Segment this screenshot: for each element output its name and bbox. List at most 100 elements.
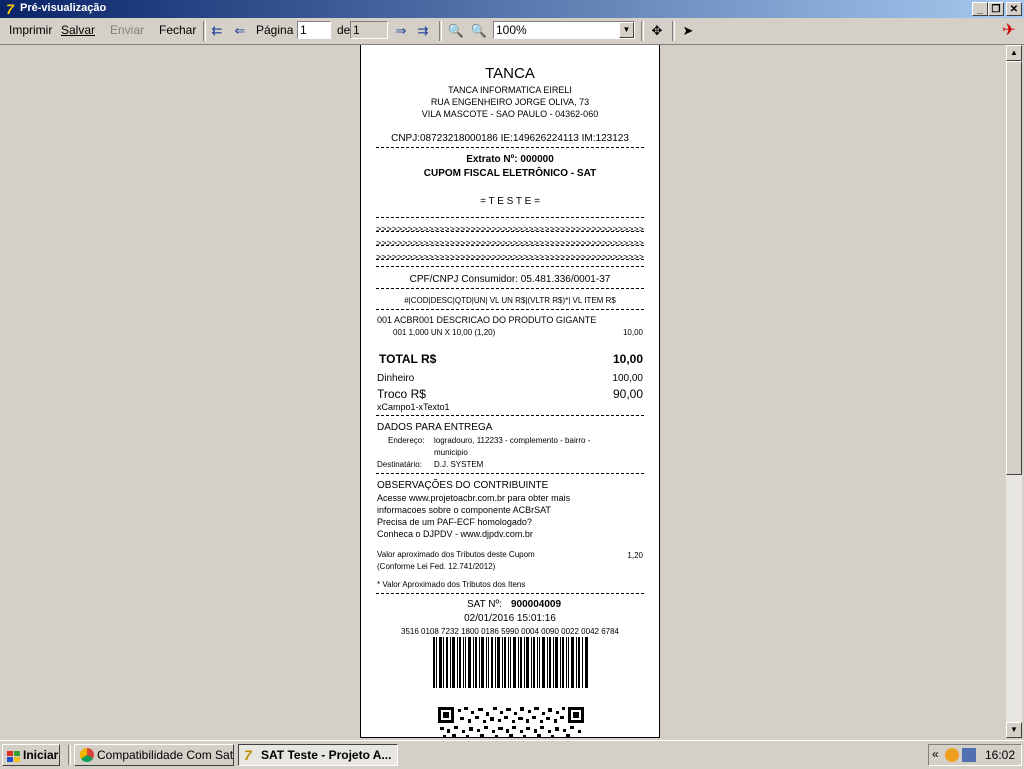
qr-code-image	[438, 707, 584, 737]
address-line1: RUA ENGENHEIRO JORGE OLIVA, 73	[430, 97, 590, 107]
restore-button[interactable]: ❐	[988, 2, 1004, 16]
consumer-id: CPF/CNPJ Consumidor: 05.481.336/0001-37	[409, 274, 611, 285]
minimize-button[interactable]: _	[972, 2, 988, 16]
address-label: Endereço:	[388, 436, 425, 445]
total-pages-field: 1	[350, 21, 388, 39]
recipient-value: D.J. SYSTEM	[434, 460, 484, 469]
observations-title: OBSERVAÇÕES DO CONTRIBUINTE	[377, 480, 549, 491]
app-icon: 7	[6, 1, 14, 17]
logo-icon: ✈	[1002, 22, 1016, 39]
arrows-line: >>>>>>>>>>>>>>>>>>>>>>>>>>>>>>>>>>>>>>>>…	[376, 224, 644, 234]
address-value-cont: municipio	[434, 448, 468, 457]
arrows-line: >>>>>>>>>>>>>>>>>>>>>>>>>>>>>>>>>>>>>>>>…	[376, 238, 644, 248]
cupom-title: CUPOM FISCAL ELETRÔNICO - SAT	[423, 168, 597, 179]
scroll-thumb[interactable]	[1006, 61, 1022, 475]
chrome-icon	[80, 748, 94, 762]
close-window-button[interactable]: ✕	[1006, 2, 1022, 16]
last-page-icon[interactable]: ⇉	[414, 22, 432, 40]
item-header: #|COD|DESC|QTD|UN| VL UN R$|(VLTR R$)*| …	[404, 296, 616, 305]
address-line2: VILA MASCOTE - SAO PAULO - 04362-060	[421, 109, 599, 119]
network-icon[interactable]	[962, 748, 976, 762]
company-ids: CNPJ:08723218000186 IE:149626224113 IM:1…	[391, 133, 629, 144]
toolbar-separator	[672, 21, 675, 41]
save-button[interactable]: Salvar	[61, 23, 95, 37]
sat-label: SAT Nº:	[467, 599, 502, 610]
divider	[376, 415, 644, 416]
previous-page-icon[interactable]: ⇐	[231, 22, 249, 40]
divider	[376, 309, 644, 310]
divider	[376, 217, 644, 218]
toolbar-separator	[203, 21, 206, 41]
tray-expand-icon[interactable]: «	[932, 747, 939, 761]
toolbar-separator	[439, 21, 442, 41]
scroll-down-icon[interactable]: ▼	[1006, 722, 1022, 738]
item-value: 10,00	[622, 328, 643, 337]
of-label: de	[337, 23, 351, 37]
legal-name: TANCA INFORMATICA EIRELI	[448, 85, 572, 95]
page-label: Página	[256, 23, 294, 37]
system-tray: « 16:02	[928, 744, 1022, 766]
observation-line: Acesse www.projetoacbr.com.br para obter…	[377, 493, 571, 503]
recipient-label: Destinatário:	[377, 460, 422, 469]
divider	[376, 245, 644, 246]
tray-app-icon[interactable]	[945, 748, 959, 762]
change-value: 90,00	[612, 387, 643, 401]
toolbar-separator	[641, 21, 644, 41]
extra-field: xCampo1-xTexto1	[377, 402, 450, 412]
extrato-number: Extrato Nº: 000000	[466, 154, 554, 165]
total-value: 10,00	[612, 352, 643, 366]
task-sat-teste[interactable]: 7 SAT Teste - Projeto A...	[238, 744, 398, 766]
company-name: TANCA	[485, 65, 535, 82]
zoom-out-icon[interactable]: 🔍	[447, 22, 465, 40]
divider	[376, 288, 644, 289]
fit-page-icon[interactable]: ✥	[648, 22, 666, 40]
zoom-dropdown-chevron-icon[interactable]: ▼	[619, 22, 634, 38]
first-page-icon[interactable]: ⇇	[208, 22, 226, 40]
observation-line: Precisa de um PAF-ECF homologado?	[377, 517, 532, 527]
clock: 16:02	[985, 748, 1016, 762]
test-label: = T E S T E =	[480, 196, 540, 207]
preview-area: TANCA TANCA INFORMATICA EIRELI RUA ENGEN…	[0, 45, 1006, 738]
app-icon: 7	[244, 747, 252, 763]
divider	[376, 266, 644, 267]
item-quantity: 001 1,000 UN X 10,00 (1,20)	[393, 328, 496, 337]
scroll-up-icon[interactable]: ▲	[1006, 45, 1022, 61]
arrows-line: >>>>>>>>>>>>>>>>>>>>>>>>>>>>>>>>>>>>>>>>…	[376, 252, 644, 262]
tax-law: (Conforme Lei Fed. 12.741/2012)	[377, 562, 496, 571]
address-value: logradouro, 112233 - complemento - bairr…	[434, 436, 591, 445]
delivery-title: DADOS PARA ENTREGA	[377, 422, 493, 433]
access-key: 3516 0108 7232 1800 0186 5990 0004 0090 …	[401, 627, 619, 636]
sat-number: 900004009	[511, 599, 562, 610]
divider	[376, 593, 644, 594]
item-description: 001 ACBR001 DESCRICAO DO PRODUTO GIGANTE	[377, 315, 597, 325]
divider	[376, 473, 644, 474]
task-chrome-label: Compatibilidade Com Sat...	[97, 748, 234, 762]
send-button[interactable]: Enviar	[110, 23, 144, 37]
zoom-in-icon[interactable]: 🔍	[470, 22, 488, 40]
page-input[interactable]: 1	[297, 21, 331, 39]
pointer-icon[interactable]: ➤	[679, 22, 697, 40]
change-label: Troco R$	[377, 387, 426, 401]
task-sat-teste-label: SAT Teste - Projeto A...	[261, 748, 392, 762]
print-button[interactable]: Imprimir	[9, 23, 52, 37]
start-label: Iniciar	[23, 748, 59, 762]
sale-datetime: 02/01/2016 15:01:16	[464, 613, 556, 624]
window-title: Pré-visualização	[20, 2, 107, 14]
start-button[interactable]: Iniciar	[2, 744, 60, 766]
next-page-icon[interactable]: ⇒	[392, 22, 410, 40]
cash-label: Dinheiro	[377, 373, 415, 384]
tax-line: Valor aproximado dos Tributos deste Cupo…	[377, 550, 535, 559]
windows-logo-icon	[7, 749, 21, 762]
cash-value: 100,00	[612, 373, 643, 384]
toolbar: Imprimir Salvar Enviar Fechar ⇇ ⇐ Página…	[0, 18, 1024, 45]
divider	[376, 259, 644, 260]
taskbar: Iniciar Compatibilidade Com Sat... 7 SAT…	[0, 740, 1024, 769]
observation-line: informacoes sobre o componente ACBrSAT	[377, 505, 551, 515]
task-chrome[interactable]: Compatibilidade Com Sat...	[74, 744, 234, 766]
close-button[interactable]: Fechar	[159, 23, 196, 37]
vertical-scrollbar[interactable]: ▲ ▼	[1006, 45, 1022, 738]
divider	[376, 231, 644, 232]
zoom-select[interactable]: 100%	[493, 21, 635, 39]
barcode-image	[433, 637, 588, 688]
tax-value: 1,20	[627, 551, 643, 560]
